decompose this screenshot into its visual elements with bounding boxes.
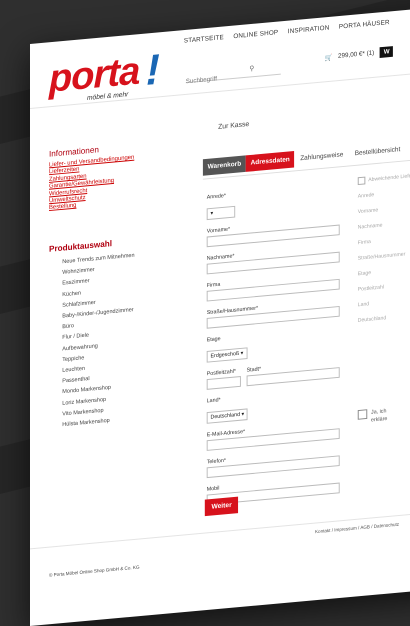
consent-line: erkläre [371, 416, 388, 424]
tab-bestelluebersicht[interactable]: Bestellübersicht [349, 141, 406, 163]
alt-address-checkbox[interactable] [357, 176, 366, 185]
nav-porta-haeuser[interactable]: PORTA HÄUSER [339, 19, 390, 30]
address-form: Anrede* ▾ Vorname* Nachname* Firma Straß… [206, 183, 340, 514]
tab-adressdaten[interactable]: Adressdaten [245, 151, 295, 172]
info-links: Liefer- und Versandbedingungen Lieferzei… [49, 154, 134, 212]
cart-button[interactable]: W [379, 46, 394, 58]
top-navigation: STARTSEITE ONLINE SHOP INSPIRATION PORTA… [184, 19, 390, 44]
land-value: Deutschland [210, 412, 241, 421]
shipping-address-column: Abweichende Lieferadresse Anrede Vorname… [357, 167, 410, 329]
product-selection-heading: Produktauswahl [49, 238, 113, 254]
etage-label: Etage [206, 336, 221, 344]
etage-value: Erdgeschoß [210, 350, 240, 360]
footer-copyright: © Porta Möbel Online Shop GmbH & Co. KG [49, 565, 140, 579]
cart-amount: 299,00 €* (1) [338, 49, 375, 60]
cart-icon: 🛒 [324, 53, 333, 62]
plz-field[interactable] [206, 376, 241, 390]
chevron-down-icon: ▾ [240, 350, 244, 357]
checkout-title: Zur Kasse [218, 119, 250, 131]
cart-summary[interactable]: 🛒 299,00 €* (1) W [325, 46, 394, 63]
tab-warenkorb[interactable]: Warenkorb [202, 155, 246, 176]
logo-bang: ! [145, 45, 160, 95]
plz-group: Postleitzahl* [206, 368, 241, 398]
nav-startseite[interactable]: STARTSEITE [184, 34, 224, 44]
consent-block: Ja, ich erkläre [357, 407, 388, 425]
nav-online-shop[interactable]: ONLINE SHOP [233, 29, 278, 40]
tab-zahlungsweise[interactable]: Zahlungsweise [295, 146, 349, 167]
consent-checkbox[interactable] [357, 409, 368, 420]
anrede-select[interactable]: ▾ [206, 205, 236, 221]
checkout-steps: Warenkorb Adressdaten Zahlungsweise Best… [202, 141, 406, 176]
etage-select[interactable]: Erdgeschoß ▾ [206, 347, 248, 363]
land-select[interactable]: Deutschland ▾ [206, 408, 249, 424]
search-placeholder: Suchbegriff [185, 75, 217, 86]
nav-inspiration[interactable]: INSPIRATION [288, 25, 330, 36]
search-icon[interactable]: ⚲ [249, 64, 254, 72]
anrede-label: Anrede* [206, 193, 226, 201]
category-list: Neue Trends zum Mitnehmen Wohnzimmer Ess… [62, 251, 134, 431]
checkout-page: porta ! möbel & mehr STARTSEITE ONLINE S… [30, 0, 410, 626]
porta-logo[interactable]: porta ! möbel & mehr [49, 45, 171, 102]
info-heading: Informationen [49, 144, 99, 159]
chevron-down-icon: ▾ [241, 411, 245, 418]
search-input[interactable]: Suchbegriff ⚲ [185, 62, 281, 86]
footer-links[interactable]: Kontakt / Impressum / AGB / Datenschutz [315, 523, 399, 535]
chevron-down-icon: ▾ [210, 210, 214, 217]
alt-address-label: Abweichende Lieferadresse [368, 171, 410, 184]
weiter-button[interactable]: Weiter [204, 496, 239, 517]
